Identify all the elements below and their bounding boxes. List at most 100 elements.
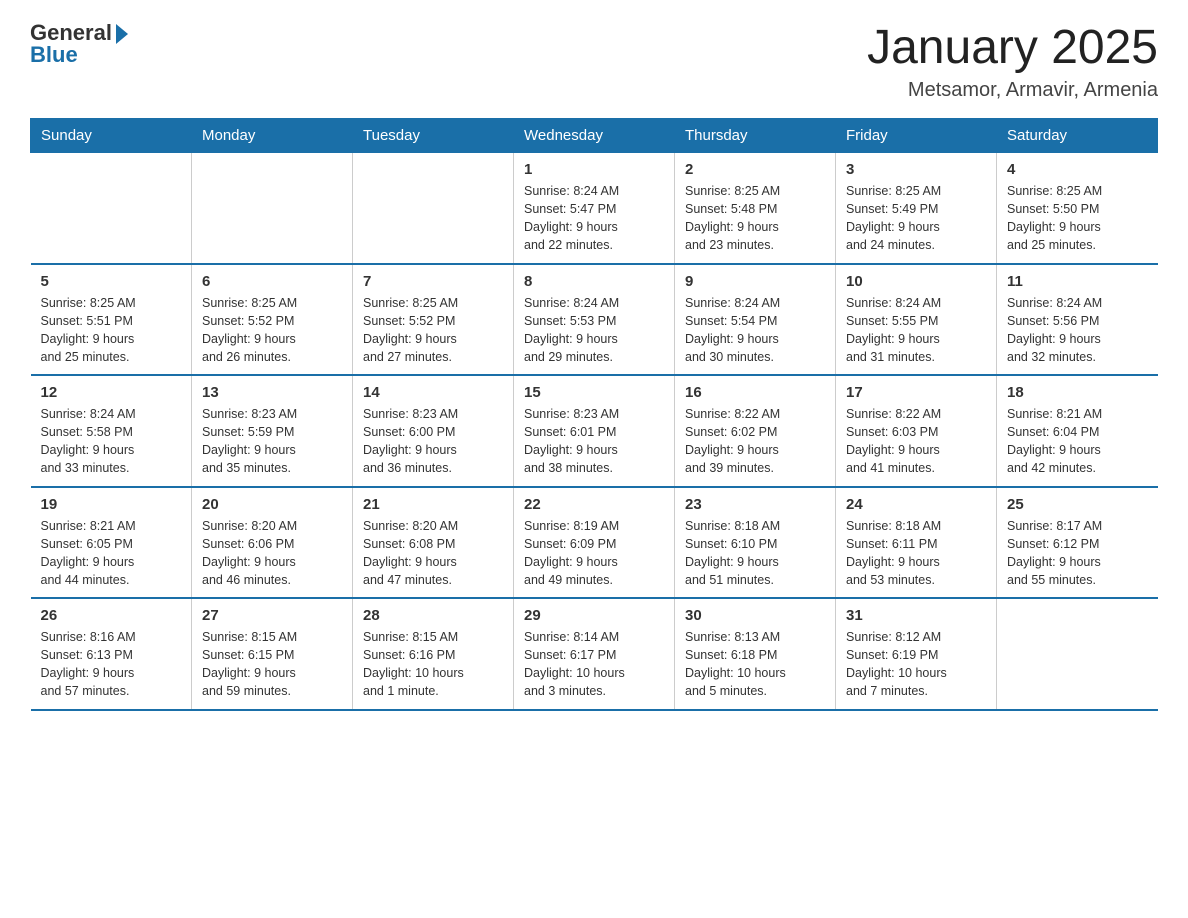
calendar-cell: 23 Sunrise: 8:18 AM Sunset: 6:10 PM Dayli… [675, 487, 836, 599]
day-info: Sunrise: 8:25 AM Sunset: 5:52 PM Dayligh… [202, 294, 342, 367]
calendar-cell: 12 Sunrise: 8:24 AM Sunset: 5:58 PM Dayli… [31, 375, 192, 487]
day-number: 17 [846, 384, 986, 401]
calendar-cell: 2 Sunrise: 8:25 AM Sunset: 5:48 PM Daylig… [675, 153, 836, 264]
day-number: 23 [685, 496, 825, 513]
day-number: 24 [846, 496, 986, 513]
day-number: 9 [685, 273, 825, 290]
day-number: 22 [524, 496, 664, 513]
calendar-cell: 4 Sunrise: 8:25 AM Sunset: 5:50 PM Daylig… [997, 153, 1158, 264]
calendar-cell: 31 Sunrise: 8:12 AM Sunset: 6:19 PM Dayli… [836, 598, 997, 710]
day-info: Sunrise: 8:15 AM Sunset: 6:15 PM Dayligh… [202, 628, 342, 701]
day-info: Sunrise: 8:24 AM Sunset: 5:53 PM Dayligh… [524, 294, 664, 367]
day-info: Sunrise: 8:21 AM Sunset: 6:04 PM Dayligh… [1007, 405, 1148, 478]
weekday-header-saturday: Saturday [997, 119, 1158, 153]
day-info: Sunrise: 8:20 AM Sunset: 6:06 PM Dayligh… [202, 517, 342, 590]
calendar-cell [31, 153, 192, 264]
day-number: 27 [202, 607, 342, 624]
day-info: Sunrise: 8:25 AM Sunset: 5:51 PM Dayligh… [41, 294, 182, 367]
weekday-header-monday: Monday [192, 119, 353, 153]
day-info: Sunrise: 8:15 AM Sunset: 6:16 PM Dayligh… [363, 628, 503, 701]
calendar-cell: 1Sunrise: 8:24 AM Sunset: 5:47 PM Daylig… [514, 153, 675, 264]
day-info: Sunrise: 8:13 AM Sunset: 6:18 PM Dayligh… [685, 628, 825, 701]
day-info: Sunrise: 8:25 AM Sunset: 5:50 PM Dayligh… [1007, 182, 1148, 255]
calendar-cell: 21Sunrise: 8:20 AM Sunset: 6:08 PM Dayli… [353, 487, 514, 599]
week-row-4: 19Sunrise: 8:21 AM Sunset: 6:05 PM Dayli… [31, 487, 1158, 599]
logo: General Blue [30, 20, 128, 68]
calendar-cell: 14 Sunrise: 8:23 AM Sunset: 6:00 PM Dayli… [353, 375, 514, 487]
week-row-2: 5Sunrise: 8:25 AM Sunset: 5:51 PM Daylig… [31, 264, 1158, 376]
day-info: Sunrise: 8:23 AM Sunset: 5:59 PM Dayligh… [202, 405, 342, 478]
day-number: 30 [685, 607, 825, 624]
day-number: 26 [41, 607, 182, 624]
day-number: 1 [524, 161, 664, 178]
calendar-cell: 10Sunrise: 8:24 AM Sunset: 5:55 PM Dayli… [836, 264, 997, 376]
calendar-cell: 27 Sunrise: 8:15 AM Sunset: 6:15 PM Dayli… [192, 598, 353, 710]
calendar-cell [353, 153, 514, 264]
day-info: Sunrise: 8:24 AM Sunset: 5:56 PM Dayligh… [1007, 294, 1148, 367]
day-number: 29 [524, 607, 664, 624]
calendar-cell: 17 Sunrise: 8:22 AM Sunset: 6:03 PM Dayli… [836, 375, 997, 487]
calendar-header: SundayMondayTuesdayWednesdayThursdayFrid… [31, 119, 1158, 153]
weekday-row: SundayMondayTuesdayWednesdayThursdayFrid… [31, 119, 1158, 153]
calendar-cell: 3 Sunrise: 8:25 AM Sunset: 5:49 PM Daylig… [836, 153, 997, 264]
day-info: Sunrise: 8:24 AM Sunset: 5:55 PM Dayligh… [846, 294, 986, 367]
day-number: 13 [202, 384, 342, 401]
day-info: Sunrise: 8:14 AM Sunset: 6:17 PM Dayligh… [524, 628, 664, 701]
calendar-cell: 26 Sunrise: 8:16 AM Sunset: 6:13 PM Dayli… [31, 598, 192, 710]
week-row-3: 12 Sunrise: 8:24 AM Sunset: 5:58 PM Dayli… [31, 375, 1158, 487]
calendar-cell: 19Sunrise: 8:21 AM Sunset: 6:05 PM Dayli… [31, 487, 192, 599]
day-number: 16 [685, 384, 825, 401]
day-info: Sunrise: 8:17 AM Sunset: 6:12 PM Dayligh… [1007, 517, 1148, 590]
calendar-cell: 18 Sunrise: 8:21 AM Sunset: 6:04 PM Dayli… [997, 375, 1158, 487]
calendar-cell: 25Sunrise: 8:17 AM Sunset: 6:12 PM Dayli… [997, 487, 1158, 599]
day-number: 14 [363, 384, 503, 401]
day-info: Sunrise: 8:25 AM Sunset: 5:52 PM Dayligh… [363, 294, 503, 367]
calendar-cell: 13 Sunrise: 8:23 AM Sunset: 5:59 PM Dayli… [192, 375, 353, 487]
calendar-table: SundayMondayTuesdayWednesdayThursdayFrid… [30, 118, 1158, 711]
day-info: Sunrise: 8:25 AM Sunset: 5:48 PM Dayligh… [685, 182, 825, 255]
calendar-cell: 6 Sunrise: 8:25 AM Sunset: 5:52 PM Daylig… [192, 264, 353, 376]
logo-blue-text: Blue [30, 42, 78, 68]
day-info: Sunrise: 8:24 AM Sunset: 5:58 PM Dayligh… [41, 405, 182, 478]
week-row-1: 1Sunrise: 8:24 AM Sunset: 5:47 PM Daylig… [31, 153, 1158, 264]
day-info: Sunrise: 8:22 AM Sunset: 6:02 PM Dayligh… [685, 405, 825, 478]
calendar-cell: 24 Sunrise: 8:18 AM Sunset: 6:11 PM Dayli… [836, 487, 997, 599]
calendar-cell: 28 Sunrise: 8:15 AM Sunset: 6:16 PM Dayli… [353, 598, 514, 710]
day-info: Sunrise: 8:19 AM Sunset: 6:09 PM Dayligh… [524, 517, 664, 590]
day-info: Sunrise: 8:22 AM Sunset: 6:03 PM Dayligh… [846, 405, 986, 478]
calendar-cell: 16 Sunrise: 8:22 AM Sunset: 6:02 PM Dayli… [675, 375, 836, 487]
weekday-header-tuesday: Tuesday [353, 119, 514, 153]
day-number: 3 [846, 161, 986, 178]
day-info: Sunrise: 8:25 AM Sunset: 5:49 PM Dayligh… [846, 182, 986, 255]
day-info: Sunrise: 8:18 AM Sunset: 6:10 PM Dayligh… [685, 517, 825, 590]
day-number: 15 [524, 384, 664, 401]
title-block: January 2025 Metsamor, Armavir, Armenia [867, 20, 1158, 102]
day-number: 12 [41, 384, 182, 401]
calendar-cell: 9Sunrise: 8:24 AM Sunset: 5:54 PM Daylig… [675, 264, 836, 376]
day-number: 19 [41, 496, 182, 513]
weekday-header-wednesday: Wednesday [514, 119, 675, 153]
calendar-title: January 2025 [867, 20, 1158, 75]
day-number: 20 [202, 496, 342, 513]
day-number: 4 [1007, 161, 1148, 178]
day-number: 28 [363, 607, 503, 624]
day-number: 7 [363, 273, 503, 290]
calendar-cell: 5Sunrise: 8:25 AM Sunset: 5:51 PM Daylig… [31, 264, 192, 376]
day-number: 31 [846, 607, 986, 624]
day-number: 18 [1007, 384, 1148, 401]
calendar-cell: 8Sunrise: 8:24 AM Sunset: 5:53 PM Daylig… [514, 264, 675, 376]
calendar-cell: 11Sunrise: 8:24 AM Sunset: 5:56 PM Dayli… [997, 264, 1158, 376]
logo-arrow-icon [116, 24, 128, 44]
day-number: 2 [685, 161, 825, 178]
calendar-cell [192, 153, 353, 264]
calendar-cell: 20 Sunrise: 8:20 AM Sunset: 6:06 PM Dayli… [192, 487, 353, 599]
day-info: Sunrise: 8:23 AM Sunset: 6:00 PM Dayligh… [363, 405, 503, 478]
day-info: Sunrise: 8:12 AM Sunset: 6:19 PM Dayligh… [846, 628, 986, 701]
day-info: Sunrise: 8:16 AM Sunset: 6:13 PM Dayligh… [41, 628, 182, 701]
day-info: Sunrise: 8:18 AM Sunset: 6:11 PM Dayligh… [846, 517, 986, 590]
day-number: 6 [202, 273, 342, 290]
calendar-cell [997, 598, 1158, 710]
calendar-cell: 15Sunrise: 8:23 AM Sunset: 6:01 PM Dayli… [514, 375, 675, 487]
week-row-5: 26 Sunrise: 8:16 AM Sunset: 6:13 PM Dayli… [31, 598, 1158, 710]
calendar-subtitle: Metsamor, Armavir, Armenia [867, 79, 1158, 102]
